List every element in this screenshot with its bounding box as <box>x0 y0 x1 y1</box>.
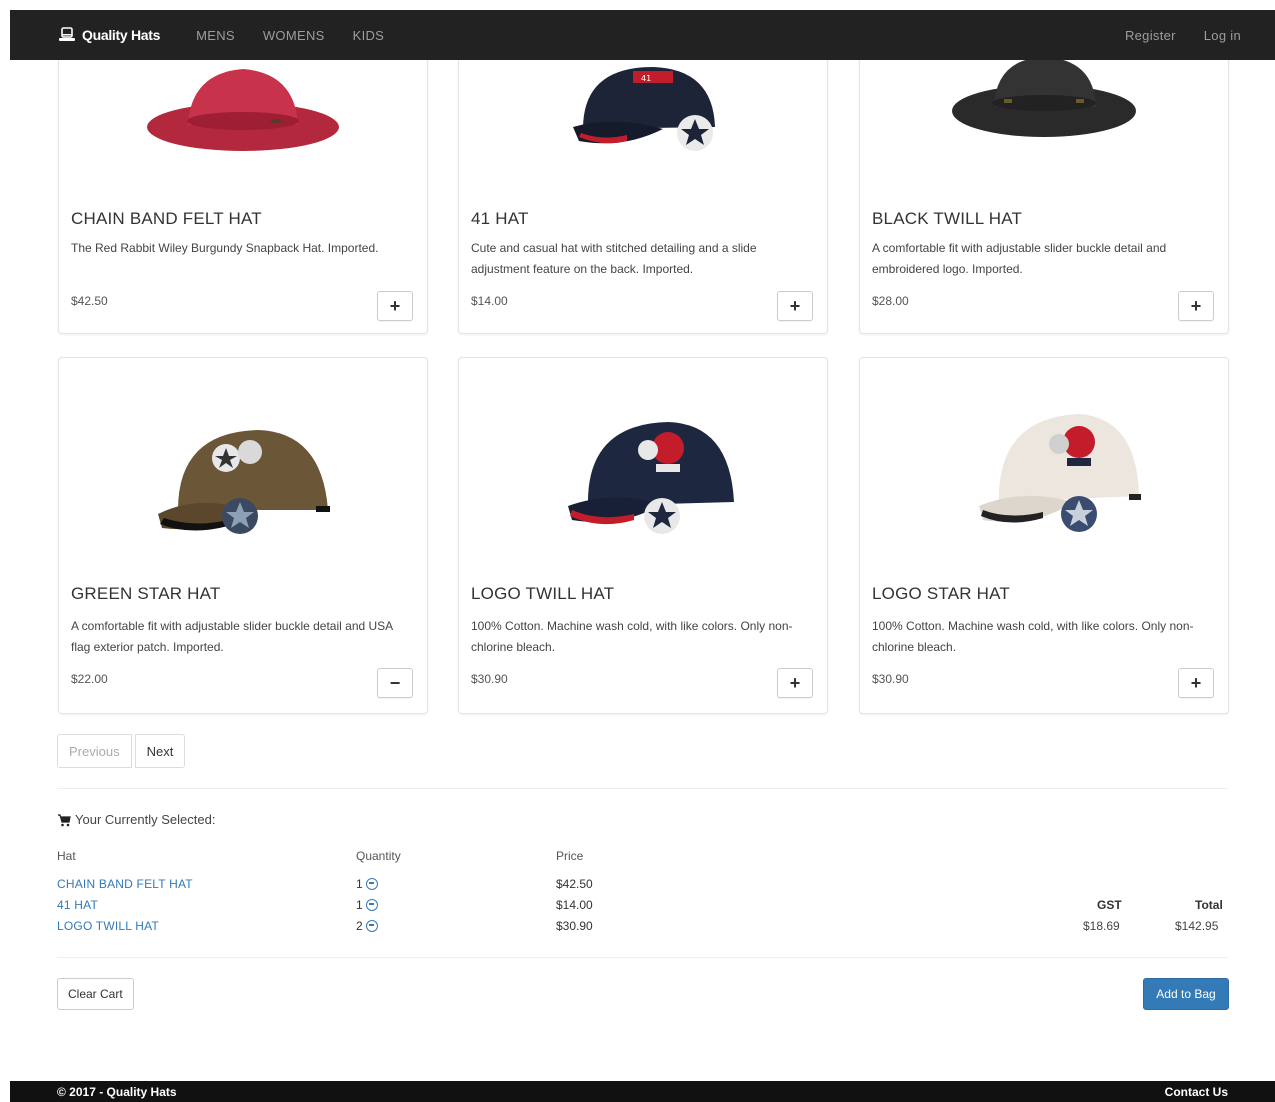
top-navbar: Quality Hats MENS WOMENS KIDS Register L… <box>10 10 1275 60</box>
footer: © 2017 - Quality Hats Contact Us <box>10 1081 1275 1102</box>
cart-item-quantity: 1 <box>356 877 378 891</box>
nav-link-womens[interactable]: WOMENS <box>249 28 339 43</box>
navy-cap-image: 41 <box>573 67 715 151</box>
add-to-cart-button[interactable]: + <box>377 291 413 321</box>
cart-item-link[interactable]: 41 HAT <box>57 898 98 912</box>
cart-col-quantity: Quantity <box>356 849 401 863</box>
minus-circle-icon[interactable] <box>365 899 378 911</box>
cart-heading: Your Currently Selected: <box>57 812 215 827</box>
quantity-value: 1 <box>356 898 363 912</box>
plus-icon: + <box>789 295 801 316</box>
cart-col-price: Price <box>556 849 584 863</box>
product-description: A comfortable fit with adjustable slider… <box>71 619 393 654</box>
nav-link-mens[interactable]: MENS <box>182 28 249 43</box>
brand-link[interactable]: Quality Hats <box>58 26 160 44</box>
clear-cart-button[interactable]: Clear Cart <box>57 978 134 1010</box>
minus-icon: − <box>389 672 401 693</box>
plus-icon: + <box>1190 672 1202 693</box>
product-card: LOGO TWILL HAT 100% Cotton. Machine wash… <box>458 357 828 714</box>
minus-circle-icon[interactable] <box>365 920 378 932</box>
cart-heading-text: Your Currently Selected: <box>75 812 216 827</box>
add-to-cart-button[interactable]: + <box>1178 668 1214 698</box>
product-card: CHAIN BAND FELT HAT The Red Rabbit Wiley… <box>58 40 428 334</box>
navy-logo-cap-image <box>568 422 734 534</box>
product-price: $30.90 <box>872 672 909 686</box>
total-label: Total <box>1195 898 1223 912</box>
footer-copyright: © 2017 - Quality Hats <box>57 1084 177 1099</box>
product-image <box>459 410 827 540</box>
product-description: The Red Rabbit Wiley Burgundy Snapback H… <box>71 241 379 255</box>
product-price: $28.00 <box>872 294 909 308</box>
cart-item-link[interactable]: LOGO TWILL HAT <box>57 919 159 933</box>
previous-button[interactable]: Previous <box>57 734 132 768</box>
product-title[interactable]: CHAIN BAND FELT HAT <box>71 209 262 229</box>
divider <box>57 957 1228 958</box>
login-link[interactable]: Log in <box>1190 28 1255 43</box>
product-description: 100% Cotton. Machine wash cold, with lik… <box>471 619 793 654</box>
product-image <box>59 59 427 159</box>
cart-item-quantity: 2 <box>356 919 378 933</box>
cart-item-quantity: 1 <box>356 898 378 912</box>
product-image <box>59 414 427 544</box>
product-title[interactable]: GREEN STAR HAT <box>71 584 221 604</box>
product-title[interactable]: LOGO TWILL HAT <box>471 584 614 604</box>
gst-label: GST <box>1097 898 1122 912</box>
product-card: BLACK TWILL HAT A comfortable fit with a… <box>859 40 1229 334</box>
cart-col-hat: Hat <box>57 849 76 863</box>
add-to-cart-button[interactable]: + <box>1178 291 1214 321</box>
cart-icon <box>58 813 71 826</box>
product-description: 100% Cotton. Machine wash cold, with lik… <box>872 619 1194 654</box>
product-price: $30.90 <box>471 672 508 686</box>
gst-value: $18.69 <box>1083 919 1120 933</box>
cart-item-link[interactable]: CHAIN BAND FELT HAT <box>57 877 193 891</box>
nav-link-kids[interactable]: KIDS <box>339 28 399 43</box>
green-star-cap-image <box>158 430 330 534</box>
red-bucket-hat-image <box>147 69 339 151</box>
svg-text:41: 41 <box>641 74 651 83</box>
product-image <box>860 406 1228 536</box>
cart-item-price: $30.90 <box>556 919 593 933</box>
next-button[interactable]: Next <box>134 734 186 768</box>
product-title[interactable]: BLACK TWILL HAT <box>872 209 1022 229</box>
contact-us-link[interactable]: Contact Us <box>1165 1085 1228 1099</box>
remove-from-cart-button[interactable]: − <box>377 668 413 698</box>
product-image: 41 <box>459 57 827 157</box>
product-card: 41 41 HAT Cute and casual hat with stitc… <box>458 40 828 334</box>
plus-icon: + <box>789 672 801 693</box>
add-to-bag-button[interactable]: Add to Bag <box>1143 978 1229 1010</box>
product-image <box>860 53 1228 153</box>
white-logo-cap-image <box>979 414 1141 532</box>
quantity-value: 2 <box>356 919 363 933</box>
cart-item-price: $14.00 <box>556 898 593 912</box>
product-price: $22.00 <box>71 672 108 686</box>
brand-name: Quality Hats <box>82 27 161 43</box>
add-to-cart-button[interactable]: + <box>777 668 813 698</box>
product-card: GREEN STAR HAT A comfortable fit with ad… <box>58 357 428 714</box>
quantity-value: 1 <box>356 877 363 891</box>
product-price: $14.00 <box>471 294 508 308</box>
minus-circle-icon[interactable] <box>365 878 378 890</box>
register-link[interactable]: Register <box>1111 28 1190 43</box>
plus-icon: + <box>389 295 401 316</box>
divider <box>57 788 1228 789</box>
product-title[interactable]: 41 HAT <box>471 209 529 229</box>
cart-item-price: $42.50 <box>556 877 593 891</box>
product-card: LOGO STAR HAT 100% Cotton. Machine wash … <box>859 357 1229 714</box>
pagination: Previous Next <box>57 734 186 768</box>
product-price: $42.50 <box>71 294 108 308</box>
plus-icon: + <box>1190 295 1202 316</box>
total-value: $142.95 <box>1175 919 1219 933</box>
product-description: A comfortable fit with adjustable slider… <box>872 241 1167 276</box>
product-description: Cute and casual hat with stitched detail… <box>471 241 757 276</box>
hat-icon <box>59 27 75 41</box>
product-title[interactable]: LOGO STAR HAT <box>872 584 1010 604</box>
black-bucket-hat-image <box>952 57 1136 137</box>
add-to-cart-button[interactable]: + <box>777 291 813 321</box>
